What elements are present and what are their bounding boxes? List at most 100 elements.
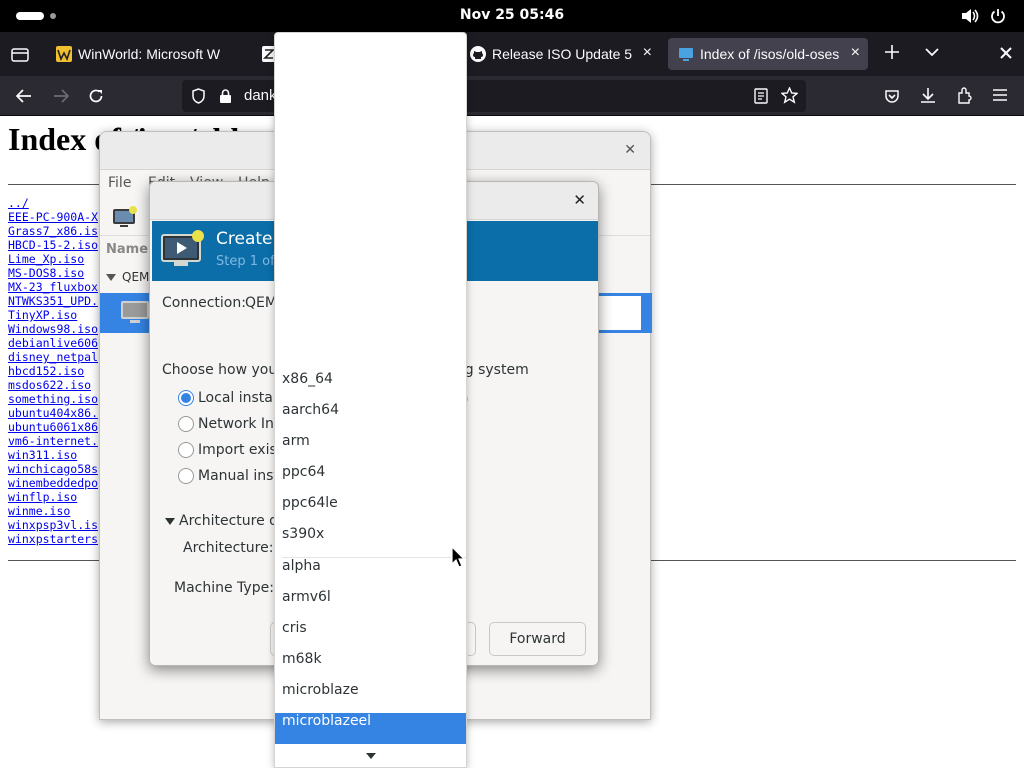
file-link[interactable]: winchicago58s [8,462,98,476]
arch-option-selected[interactable]: microblazeel [275,713,466,744]
file-link[interactable]: EEE-PC-900A-X [8,210,98,224]
file-link[interactable]: MX-23_fluxbox [8,280,98,294]
browser-nav-bar: dank [0,76,1024,116]
new-vm-icon[interactable] [112,206,138,228]
new-tab-icon[interactable] [884,44,900,60]
scroll-down-arrow-icon[interactable] [365,752,377,760]
arch-option[interactable]: aarch64 [275,402,466,433]
arch-option[interactable]: microblaze [275,682,466,713]
window-close-icon[interactable] [999,46,1013,60]
url-text: dank [244,87,277,104]
file-link[interactable]: ../ [8,196,98,210]
arch-option[interactable]: cris [275,620,466,651]
browser-tab-bar: WinWorld: Microsoft W Release ISO Update… [0,32,1024,76]
file-link[interactable]: Lime_Xp.iso [8,252,98,266]
file-link[interactable]: win311.iso [8,448,98,462]
option-local-install[interactable]: Local install [198,390,281,406]
clock[interactable]: Nov 25 05:46 [0,7,1024,23]
file-link[interactable]: winme.iso [8,504,98,518]
arch-option[interactable]: armv6l [275,589,466,620]
back-button-edge[interactable] [468,622,476,656]
connection-label: Connection: [162,295,246,311]
tab-release-iso[interactable]: Release ISO Update 5.0 × [460,38,660,70]
mouse-pointer-icon [451,546,465,568]
extensions-icon[interactable] [956,87,973,104]
dialog-close-icon[interactable]: ✕ [573,191,586,209]
tab-winworld[interactable]: WinWorld: Microsoft W [46,38,250,70]
reload-icon[interactable] [88,88,104,104]
arch-option[interactable]: ppc64le [275,495,466,526]
file-link[interactable]: MS-DOS8.iso [8,266,98,280]
tab-close-icon[interactable]: × [643,44,652,62]
github-icon [470,46,486,62]
machine-type-label: Machine Type: [174,580,274,596]
downloads-icon[interactable] [920,87,936,104]
tab-index-of-isos[interactable]: Index of /isos/old-oses × [668,38,868,70]
vm-monitor-icon [120,299,150,325]
menu-file[interactable]: File [108,175,131,191]
arch-option[interactable]: alpha [275,558,466,589]
file-link[interactable]: ubuntu404x86. [8,406,98,420]
gnome-top-bar: Nov 25 05:46 [0,0,1024,32]
file-link[interactable]: Grass7_x86.is [8,224,98,238]
architecture-dropdown-list[interactable]: x86_64 aarch64 arm ppc64 ppc64le s390x a… [274,32,467,768]
radio-manual-install[interactable] [178,468,194,484]
vm-screen-icon [160,229,206,269]
app-menu-icon[interactable] [992,88,1008,102]
file-list: ../EEE-PC-900A-X Grass7_x86.is HBCD-15-2.i… [8,196,98,546]
vm-cpu-graph [596,295,642,331]
list-all-tabs-icon[interactable] [924,46,940,58]
window-close-icon[interactable]: ✕ [624,142,636,158]
reader-mode-icon[interactable] [754,88,768,104]
bookmark-star-icon[interactable] [781,87,798,104]
radio-local-install[interactable] [178,390,194,406]
arch-option[interactable]: ppc64 [275,464,466,495]
architecture-options-expander[interactable]: Architecture op [165,513,287,529]
radio-import-existing[interactable] [178,442,194,458]
file-link[interactable]: TinyXP.iso [8,308,98,322]
file-link[interactable]: HBCD-15-2.iso [8,238,98,252]
tab-title: WinWorld: Microsoft W [78,46,221,62]
file-link[interactable]: winxpstarters [8,532,98,546]
tab-overview-icon[interactable] [11,46,29,62]
file-link[interactable]: debianlive606 [8,336,98,350]
arch-option[interactable]: arm [275,433,466,464]
file-link[interactable]: vm6-internet. [8,434,98,448]
file-link[interactable]: disney_netpal [8,350,98,364]
tab-title: Index of /isos/old-oses [700,46,840,62]
expander-icon [106,274,116,281]
tab-title: Release ISO Update 5.0 [492,46,632,62]
volume-icon[interactable] [961,8,979,24]
file-link[interactable]: winflp.iso [8,490,98,504]
back-icon[interactable] [15,88,33,104]
option-network-install[interactable]: Network Ins [198,416,281,432]
expander-open-icon [165,517,175,525]
option-import-existing[interactable]: Import exist [198,442,282,458]
file-link[interactable]: ubuntu6061x86 [8,420,98,434]
tab-zip[interactable] [252,38,276,70]
column-header-name[interactable]: Name [106,242,148,257]
arch-option[interactable]: s390x [275,526,466,557]
monitor-icon [678,46,694,62]
file-link[interactable]: Windows98.iso [8,322,98,336]
architecture-label: Architecture: [183,540,274,556]
radio-network-install[interactable] [178,416,194,432]
tab-close-icon[interactable]: × [851,44,860,62]
file-link[interactable]: hbcd152.iso [8,364,98,378]
arch-option[interactable]: m68k [275,651,466,682]
file-link[interactable]: something.iso [8,392,98,406]
option-manual-install[interactable]: Manual inst [198,468,279,484]
power-icon[interactable] [990,8,1006,24]
lock-icon[interactable] [219,88,232,104]
file-link[interactable]: msdos622.iso [8,378,98,392]
architecture-options-label: Architecture op [179,513,287,529]
pocket-icon[interactable] [884,88,900,104]
shield-icon[interactable] [191,88,206,104]
file-link[interactable]: winembeddedpo [8,476,98,490]
arch-option[interactable]: x86_64 [275,371,466,402]
file-link[interactable]: winxpsp3vl.is [8,518,98,532]
forward-button[interactable]: Forward [489,622,586,656]
file-link[interactable]: NTWKS351_UPD. [8,294,98,308]
forward-icon[interactable] [52,88,70,104]
winworld-icon [56,46,72,62]
